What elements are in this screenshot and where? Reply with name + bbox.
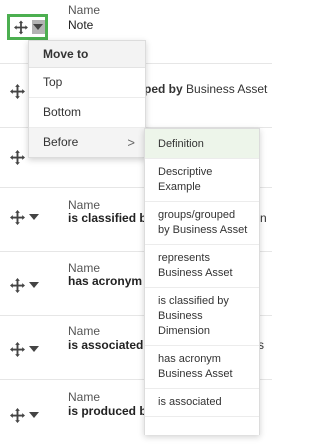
move-icon[interactable] — [10, 84, 25, 99]
move-icon[interactable] — [10, 150, 25, 165]
submenu-item[interactable]: Definition — [145, 129, 259, 159]
field-value-tail: n — [260, 211, 267, 225]
menu-item-bottom[interactable]: Bottom — [29, 98, 145, 128]
menu-item-top[interactable]: Top — [29, 68, 145, 98]
before-submenu: Definition Descriptive Example groups/gr… — [144, 128, 260, 435]
caret-down-icon — [33, 24, 43, 30]
caret-down-icon[interactable] — [29, 282, 39, 288]
caret-down-icon[interactable] — [29, 346, 39, 352]
field-label: Name — [68, 390, 101, 404]
menu-toggle-button[interactable] — [31, 20, 45, 34]
field-value-tail: ped by Business Asset — [144, 82, 268, 96]
move-icon[interactable] — [10, 408, 25, 423]
menu-item-label: Before — [43, 135, 79, 149]
caret-down-icon[interactable] — [29, 214, 39, 220]
move-to-menu: Move to Top Bottom Before > — [28, 40, 146, 158]
menu-item-before[interactable]: Before > — [29, 128, 145, 157]
submenu-item[interactable]: Descriptive Example — [145, 159, 259, 202]
menu-item-label: Bottom — [43, 105, 82, 119]
field-label: Name — [68, 324, 101, 338]
submenu-item[interactable]: represents Business Asset — [145, 245, 259, 288]
menu-item-label: Top — [43, 75, 63, 89]
move-icon — [14, 20, 28, 35]
move-icon[interactable] — [10, 342, 25, 357]
caret-down-icon[interactable] — [29, 412, 39, 418]
field-value: has acronym — [68, 274, 143, 288]
field-value: is produced b — [68, 404, 147, 418]
field-label: Name — [68, 198, 101, 212]
submenu-item[interactable]: has acronym Business Asset — [145, 346, 259, 389]
submenu-item[interactable]: is classified by Business Dimension — [145, 288, 259, 346]
move-icon[interactable] — [10, 210, 25, 225]
field-label: Name — [68, 3, 101, 17]
submenu-item[interactable]: is associated — [145, 389, 259, 417]
move-icon[interactable] — [10, 278, 25, 293]
field-value: is classified b — [68, 211, 147, 225]
chevron-right-icon: > — [127, 135, 135, 150]
submenu-item[interactable]: groups/grouped by Business Asset — [145, 202, 259, 245]
field-label: Name — [68, 261, 101, 275]
menu-header: Move to — [29, 41, 145, 68]
drag-handle[interactable] — [7, 14, 48, 40]
field-value: is associated — [68, 338, 144, 352]
field-value: Note — [68, 18, 94, 32]
